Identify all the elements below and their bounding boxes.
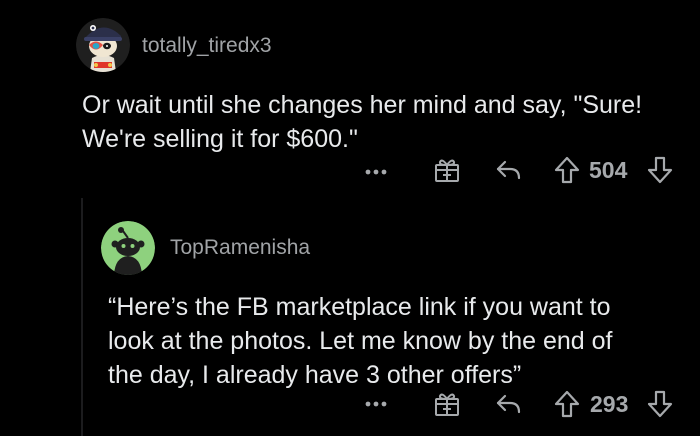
- comment-body-line: Or wait until she changes her mind and s…: [82, 91, 643, 119]
- upvote-icon[interactable]: [552, 388, 582, 420]
- comment-body-line: We're selling it for $600.": [82, 125, 358, 153]
- award-gift-icon[interactable]: [432, 155, 462, 185]
- downvote-icon[interactable]: [645, 154, 675, 186]
- thread-line: [81, 198, 83, 436]
- user-avatar-icon[interactable]: [76, 18, 130, 72]
- comment-body-line: look at the photos. Let me know by the e…: [108, 327, 613, 355]
- comment-body-line: the day, I already have 3 other offers”: [108, 361, 522, 389]
- default-snoo-avatar-icon: [101, 221, 155, 275]
- vote-score: 293: [590, 391, 629, 417]
- comment-body: Or wait until she changes her mind and s…: [82, 88, 642, 156]
- reply-icon[interactable]: [494, 155, 524, 185]
- comment-author[interactable]: totally_tiredx3: [142, 34, 272, 58]
- comment-body: “Here’s the FB marketplace link if you w…: [108, 290, 613, 392]
- downvote-icon[interactable]: [645, 388, 675, 420]
- snoo-avatar-cap-icon: [76, 18, 130, 72]
- comment-body-line: “Here’s the FB marketplace link if you w…: [108, 293, 611, 321]
- vote-score: 504: [589, 157, 628, 183]
- user-avatar-icon[interactable]: [101, 221, 155, 275]
- more-options-icon[interactable]: [361, 392, 391, 416]
- award-gift-icon[interactable]: [432, 389, 462, 419]
- upvote-icon[interactable]: [552, 154, 582, 186]
- more-options-icon[interactable]: [361, 160, 391, 184]
- comment-author[interactable]: TopRamenisha: [170, 236, 310, 260]
- reply-icon[interactable]: [494, 389, 524, 419]
